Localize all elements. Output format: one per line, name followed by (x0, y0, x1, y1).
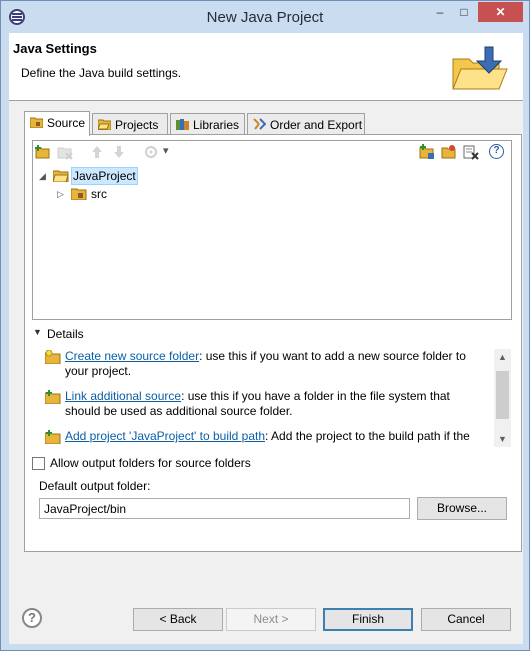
create-folder-icon[interactable] (441, 144, 457, 160)
add-source-folder-icon[interactable] (35, 144, 51, 160)
tab-source-label: Source (47, 116, 86, 130)
scroll-up-icon[interactable]: ▲ (494, 349, 511, 365)
detail-text-2: Link additional source: use this if you … (65, 389, 485, 419)
default-output-folder-input[interactable] (39, 498, 410, 519)
dialog-client-area: Java Settings Define the Java build sett… (9, 33, 523, 644)
source-folder-icon (30, 117, 43, 128)
remove-source-folder-icon[interactable] (57, 144, 73, 160)
tree-node-label: src (91, 187, 107, 201)
cancel-button[interactable]: Cancel (421, 608, 511, 631)
collapse-arrow-icon[interactable]: ◢ (39, 167, 49, 185)
details-collapse-icon: ▼ (33, 327, 42, 337)
source-tab-panel: ▾ ? ◢ JavaProject ▷ src ▼ Details Create… (24, 134, 522, 552)
libraries-icon (176, 119, 189, 130)
title-bar: New Java Project – □ ✕ (1, 1, 529, 34)
minimize-button[interactable]: – (429, 2, 451, 22)
link-source-folder-icon (45, 390, 61, 404)
browse-button[interactable]: Browse... (417, 497, 507, 520)
configure-icon[interactable] (143, 144, 159, 160)
help-icon[interactable]: ? (22, 608, 42, 628)
finish-button[interactable]: Finish (323, 608, 413, 631)
allow-output-folders-label: Allow output folders for source folders (50, 456, 251, 470)
details-list: Create new source folder: use this if yo… (45, 345, 513, 447)
wizard-header: Java Settings Define the Java build sett… (9, 33, 523, 101)
tab-order-and-export[interactable]: Order and Export (247, 113, 365, 135)
order-export-icon (253, 118, 266, 130)
scroll-thumb[interactable] (496, 371, 509, 419)
page-title: Java Settings (13, 41, 97, 56)
details-toggle[interactable]: ▼ Details (32, 327, 112, 343)
move-down-icon[interactable] (111, 144, 127, 160)
allow-output-folders-checkbox[interactable] (32, 457, 45, 470)
details-scrollbar[interactable]: ▲ ▼ (494, 349, 511, 447)
default-output-folder-label: Default output folder: (39, 479, 151, 493)
projects-icon (98, 119, 111, 130)
new-java-project-window: New Java Project – □ ✕ Java Settings Def… (0, 0, 530, 651)
tab-projects-label: Projects (115, 118, 159, 132)
expand-arrow-icon[interactable]: ▷ (57, 185, 67, 203)
toolbar-dropdown-icon[interactable]: ▾ (163, 144, 169, 157)
detail-desc-3: : Add the project to the build path if t… (265, 429, 470, 443)
java-project-icon (53, 170, 69, 182)
new-source-folder-icon (45, 350, 61, 364)
add-project-to-build-path-link[interactable]: Add project 'JavaProject' to build path (65, 429, 265, 443)
tree-node-label: JavaProject (71, 167, 138, 185)
detail-text-1: Create new source folder: use this if yo… (65, 349, 485, 379)
next-button[interactable]: Next > (226, 608, 316, 631)
create-new-source-folder-link[interactable]: Create new source folder (65, 349, 199, 363)
tree-help-icon[interactable]: ? (489, 144, 504, 159)
back-button[interactable]: < Back (133, 608, 223, 631)
source-tree-box: ▾ ? ◢ JavaProject ▷ src (32, 140, 512, 320)
details-label: Details (47, 327, 84, 341)
tab-source[interactable]: Source (24, 111, 90, 136)
new-java-project-banner-icon (452, 46, 508, 90)
package-folder-icon (71, 188, 87, 200)
tab-libraries[interactable]: Libraries (170, 113, 245, 135)
page-description: Define the Java build settings. (21, 66, 182, 80)
tree-toolbar: ▾ ? (33, 141, 511, 163)
move-up-icon[interactable] (89, 144, 105, 160)
tab-projects[interactable]: Projects (92, 113, 168, 135)
detail-text-3: Add project 'JavaProject' to build path:… (65, 429, 485, 444)
link-additional-source-link[interactable]: Link additional source (65, 389, 181, 403)
link-source-icon[interactable] (419, 144, 435, 160)
tab-libraries-label: Libraries (193, 118, 240, 132)
maximize-button[interactable]: □ (453, 2, 475, 22)
tab-order-and-export-label: Order and Export (270, 118, 363, 132)
filter-icon[interactable] (463, 144, 479, 160)
close-button[interactable]: ✕ (478, 2, 523, 22)
scroll-down-icon[interactable]: ▼ (494, 431, 511, 447)
add-project-icon (45, 430, 61, 444)
